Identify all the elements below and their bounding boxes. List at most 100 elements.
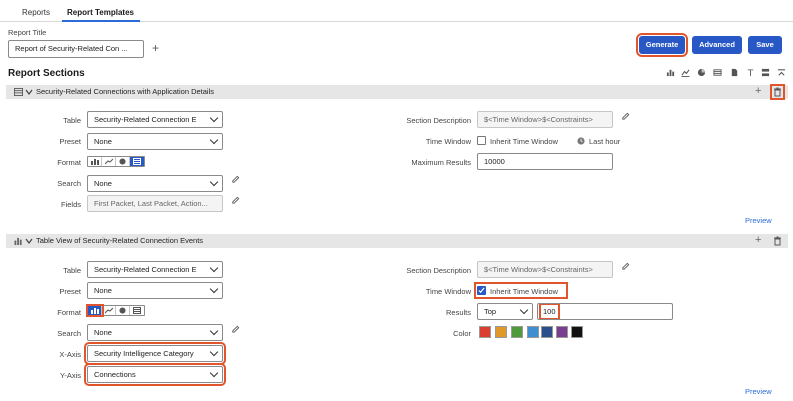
search-select[interactable]: None: [87, 324, 223, 341]
chevron-down-icon: [209, 113, 219, 123]
collapse-icon[interactable]: [777, 68, 786, 77]
preset-select-value: None: [94, 286, 112, 295]
search-select-value: None: [94, 179, 112, 188]
format-line-button[interactable]: [102, 157, 116, 166]
advanced-button[interactable]: Advanced: [692, 36, 742, 54]
y-axis-label: Y-Axis: [60, 371, 81, 380]
pencil-icon[interactable]: [621, 112, 630, 121]
delete-button[interactable]: [770, 84, 785, 100]
line-chart-icon[interactable]: [681, 68, 690, 77]
color-swatch[interactable]: [527, 326, 539, 338]
search-label: Search: [57, 329, 81, 338]
x-axis-label: X-Axis: [59, 350, 81, 359]
section-title[interactable]: Table View of Security-Related Connectio…: [36, 236, 203, 245]
color-swatch[interactable]: [541, 326, 553, 338]
svg-text:T: T: [747, 69, 754, 77]
text-icon[interactable]: T: [746, 68, 755, 77]
pie-chart-icon: [119, 158, 126, 165]
format-table-button[interactable]: [130, 306, 144, 315]
color-swatch[interactable]: [556, 326, 568, 338]
pencil-icon[interactable]: [231, 175, 240, 184]
generate-button[interactable]: Generate: [636, 33, 688, 57]
results-order-value: Top: [484, 307, 497, 316]
results-order-select[interactable]: Top: [477, 303, 533, 320]
maximum-results-input[interactable]: 10000: [477, 153, 613, 170]
format-table-button[interactable]: [130, 157, 144, 166]
section-description-input[interactable]: $<Time Window>$<Constraints>: [477, 261, 613, 278]
tab-report-templates[interactable]: Report Templates: [67, 8, 134, 17]
fields-label: Fields: [60, 200, 81, 209]
preset-select[interactable]: None: [87, 133, 223, 150]
format-bar-button[interactable]: [86, 304, 104, 317]
chevron-down-icon[interactable]: [25, 238, 33, 244]
table-select-value: Security-Related Connection E: [94, 265, 197, 274]
section-header: Security-Related Connections with Applic…: [6, 84, 788, 100]
search-select[interactable]: None: [87, 175, 223, 192]
add-icon[interactable]: +: [755, 234, 761, 246]
table-label: Table: [63, 116, 81, 125]
active-tab-indicator: [62, 20, 140, 22]
section-description-label: Section Description: [406, 266, 471, 275]
table-icon[interactable]: [713, 68, 722, 77]
preset-select[interactable]: None: [87, 282, 223, 299]
color-swatch[interactable]: [571, 326, 583, 338]
format-toggle: [86, 304, 145, 317]
inherit-time-window-label: Inherit Time Window: [490, 137, 558, 146]
results-count-input[interactable]: 100: [539, 304, 560, 319]
last-hour-link[interactable]: Last hour: [589, 137, 620, 146]
section-title[interactable]: Security-Related Connections with Applic…: [36, 87, 214, 96]
pie-chart-icon[interactable]: [697, 68, 706, 77]
pie-chart-icon: [119, 307, 126, 314]
x-axis-select[interactable]: Security Intelligence Category: [84, 342, 226, 365]
table-select[interactable]: Security-Related Connection E: [87, 261, 223, 278]
preview-link[interactable]: Preview: [745, 387, 772, 396]
chevron-down-icon[interactable]: [25, 89, 33, 95]
section-description-input[interactable]: $<Time Window>$<Constraints>: [477, 111, 613, 128]
color-swatch[interactable]: [495, 326, 507, 338]
page-break-icon[interactable]: [761, 68, 770, 77]
pencil-icon[interactable]: [231, 325, 240, 334]
format-pie-button[interactable]: [116, 306, 130, 315]
format-line-button[interactable]: [102, 306, 116, 315]
preview-link[interactable]: Preview: [745, 216, 772, 225]
report-title-label: Report Title: [8, 28, 47, 37]
clock-icon: [577, 137, 585, 145]
color-swatch[interactable]: [479, 326, 491, 338]
inherit-time-window-checkbox[interactable]: [477, 136, 486, 145]
bar-chart-icon[interactable]: [666, 68, 675, 77]
search-label: Search: [57, 179, 81, 188]
add-icon[interactable]: +: [755, 85, 761, 97]
chevron-down-icon: [209, 263, 219, 273]
tab-reports[interactable]: Reports: [22, 8, 50, 17]
table-label: Table: [63, 266, 81, 275]
time-window-label: Time Window: [425, 137, 471, 146]
trash-icon: [774, 87, 781, 97]
inherit-time-window-checkbox[interactable]: [477, 286, 486, 295]
search-select-value: None: [94, 328, 112, 337]
trash-icon[interactable]: [773, 236, 782, 246]
table-icon: [133, 158, 141, 165]
inherit-time-window-toggle[interactable]: Inherit Time Window: [474, 282, 568, 299]
chevron-down-icon: [209, 284, 219, 294]
format-pie-button[interactable]: [116, 157, 130, 166]
fields-input[interactable]: First Packet, Last Packet, Action...: [87, 195, 223, 212]
document-icon[interactable]: [730, 68, 739, 77]
chevron-down-icon: [209, 135, 219, 145]
pencil-icon[interactable]: [231, 196, 240, 205]
chevron-down-icon: [209, 326, 219, 336]
y-axis-select[interactable]: Connections: [84, 363, 226, 386]
table-select[interactable]: Security-Related Connection E: [87, 111, 223, 128]
chevron-down-icon: [519, 305, 529, 315]
y-axis-select-value: Connections: [94, 370, 136, 379]
maximum-results-label: Maximum Results: [411, 158, 471, 167]
format-toggle: [87, 156, 145, 167]
color-label: Color: [453, 329, 471, 338]
report-title-input[interactable]: Report of Security-Related Con ...: [8, 40, 144, 58]
color-swatch[interactable]: [511, 326, 523, 338]
pencil-icon[interactable]: [621, 262, 630, 271]
add-icon[interactable]: +: [152, 41, 159, 55]
format-bar-button[interactable]: [88, 157, 102, 166]
save-button[interactable]: Save: [748, 36, 782, 54]
preset-label: Preset: [59, 137, 81, 146]
bar-chart-icon: [90, 308, 99, 314]
